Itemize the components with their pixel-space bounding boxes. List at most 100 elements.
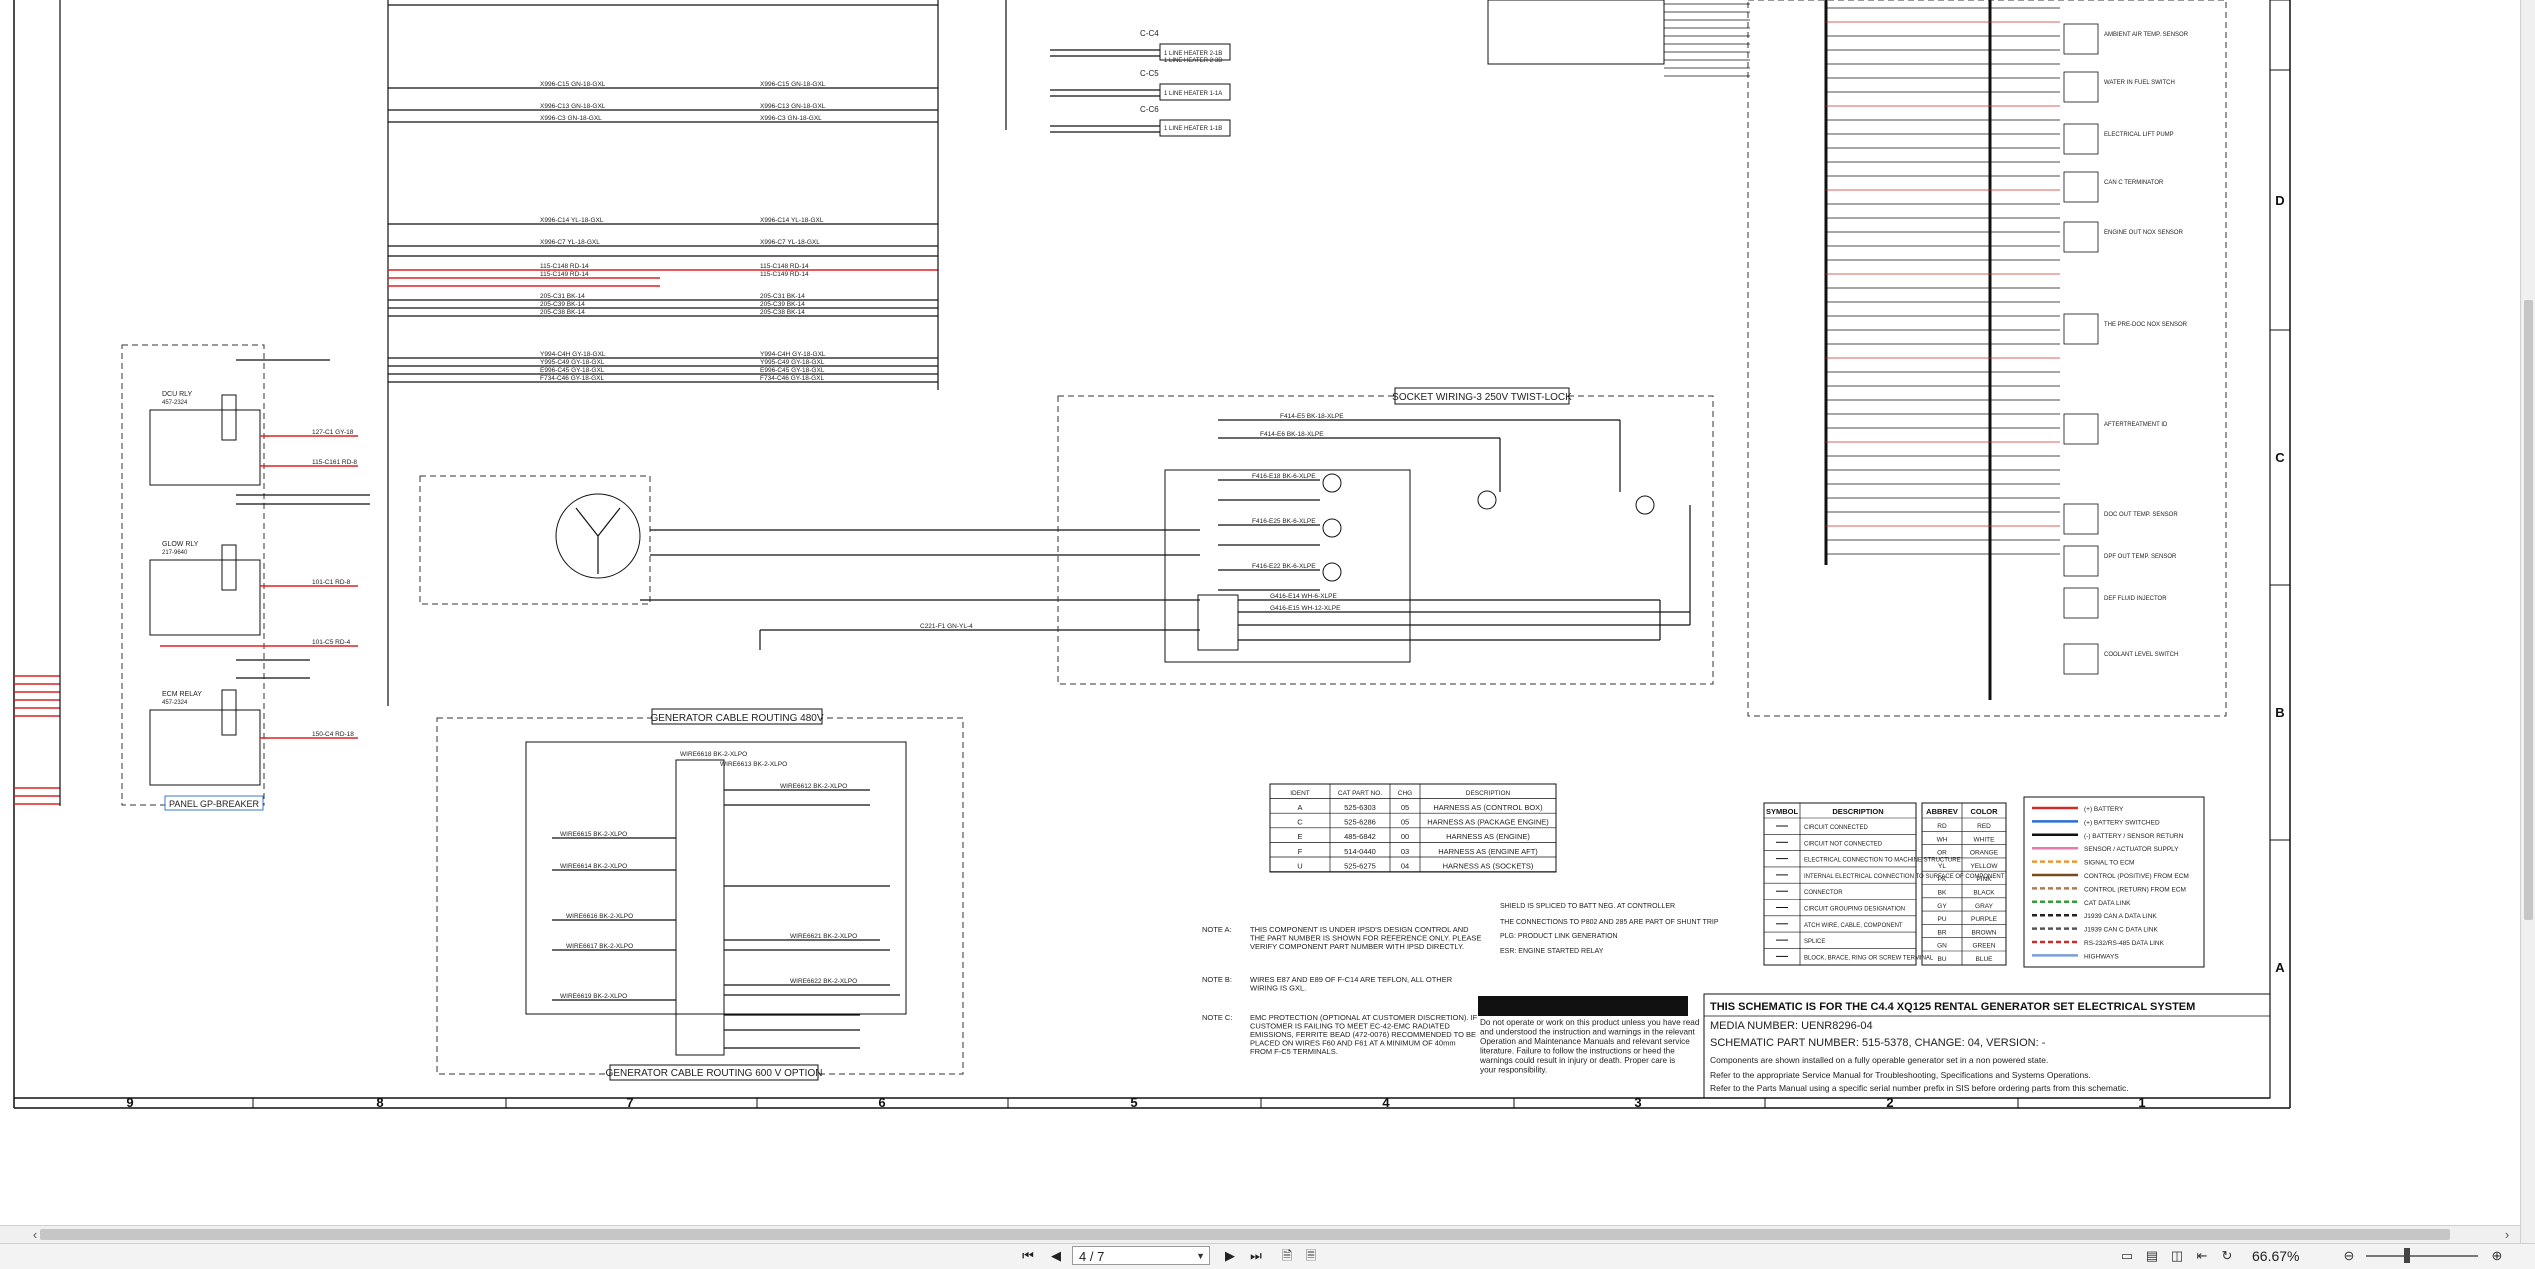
document-viewport[interactable]: 987654321 DCBA C-C4 C-C5 C-C6 1 LINE HEA…: [0, 0, 2535, 1225]
zoom-slider-handle[interactable]: [2404, 1248, 2410, 1263]
color-abbrev: GY: [1937, 903, 1947, 910]
wire-label: X996-C14 YL-18-GXL: [540, 217, 604, 224]
legend-line-label: (+) BATTERY SWITCHED: [2084, 819, 2160, 826]
scroll-right-icon[interactable]: ›: [2498, 1226, 2516, 1244]
wire-label: WIRE6617 BK-2-XLPO: [566, 943, 633, 950]
color-name: WHITE: [1974, 836, 1996, 843]
wire-label: 205-C39 BK-14: [760, 301, 805, 308]
color-abbrev: PU: [1937, 916, 1946, 923]
wire-label: F416-E25 BK-6-XLPE: [1252, 518, 1316, 525]
panel-label: PANEL GP-BREAKER: [169, 799, 260, 809]
page-number-field[interactable]: 4 / 7 ▼: [1072, 1246, 1210, 1265]
zoom-slider[interactable]: [2366, 1255, 2478, 1257]
color-abbrev: RD: [1937, 823, 1947, 830]
zone-label: 9: [126, 1095, 133, 1110]
ident-table-cell: HARNESS AS (CONTROL BOX): [1433, 803, 1543, 812]
symbol-description: ATCH WIRE, CABLE, COMPONENT: [1804, 923, 1903, 929]
color-name: RED: [1977, 823, 1991, 830]
media-number: MEDIA NUMBER: UENR8296-04: [1710, 1020, 1873, 1032]
misc-note: PLG: PRODUCT LINK GENERATION: [1500, 933, 1618, 940]
sensor-label: THE PRE-DOC NOX SENSOR: [2104, 322, 2188, 328]
wire-label: WIRE6622 BK-2-XLPO: [790, 978, 857, 985]
zone-label: 5: [1130, 1095, 1137, 1110]
sensor-connector: [2063, 545, 2099, 577]
sensor-connector: [2063, 23, 2099, 55]
wire-label: 115-C148 RD-14: [540, 263, 589, 270]
zone-label: 6: [878, 1095, 885, 1110]
row-label: C: [2275, 450, 2285, 465]
heater-label: 1 LINE HEATER 2-3B: [1164, 58, 1222, 64]
chevron-down-icon[interactable]: ▼: [1196, 1247, 1205, 1266]
color-name: PURPLE: [1971, 916, 1998, 923]
page-number-value: 4 / 7: [1079, 1249, 1105, 1264]
sensor-connector: [2063, 503, 2099, 535]
single-page-view-icon[interactable]: ▭: [2118, 1247, 2136, 1265]
row-label: A: [2275, 960, 2285, 975]
svg-text:C-C5: C-C5: [1140, 69, 1159, 78]
first-page-icon[interactable]: ⏮: [1020, 1247, 1036, 1265]
symbol-description: CIRCUIT CONNECTED: [1804, 825, 1869, 831]
ident-table-cell: 525-6275: [1344, 861, 1376, 870]
vertical-scrollbar[interactable]: [2520, 0, 2535, 1243]
sensor-connector: [2063, 71, 2099, 103]
ident-table-cell: 525-6286: [1344, 818, 1376, 827]
wire-label: WIRE6613 BK-2-XLPO: [720, 761, 787, 768]
wire-label: 150-C4 RD-18: [312, 731, 354, 738]
fit-width-icon[interactable]: ⇤: [2193, 1247, 2211, 1265]
color-abbrev: PK: [1938, 876, 1947, 883]
misc-note: SHIELD IS SPLICED TO BATT NEG. AT CONTRO…: [1500, 903, 1675, 910]
zoom-out-icon[interactable]: ⊖: [2340, 1247, 2358, 1265]
misc-note: THE CONNECTIONS TO P802 AND 285 ARE PART…: [1500, 919, 1719, 926]
color-abbrev: BK: [1938, 890, 1947, 897]
warning-text: Do not operate or work on this product u…: [1479, 1018, 1700, 1075]
zone-label: 1: [2138, 1095, 2145, 1110]
ident-table-cell: F: [1298, 847, 1303, 856]
last-page-icon[interactable]: ⏭: [1248, 1247, 1264, 1265]
wire-label: 101-C5 RD-4: [312, 639, 351, 646]
zone-label: 2: [1886, 1095, 1893, 1110]
zoom-in-icon[interactable]: ⊕: [2488, 1247, 2506, 1265]
ident-table-cell: 485-6842: [1344, 832, 1376, 841]
horizontal-scroll-thumb[interactable]: [40, 1229, 2450, 1240]
legend-line-label: SENSOR / ACTUATOR SUPPLY: [2084, 846, 2179, 853]
wire-label: F416-E22 BK-6-XLPE: [1252, 563, 1316, 570]
rotate-icon[interactable]: ↻: [2218, 1247, 2236, 1265]
ident-table-header: DESCRIPTION: [1466, 790, 1511, 797]
wire-label: Y995-C49 GY-18-GXL: [760, 359, 825, 366]
zoom-level[interactable]: 66.67%: [2252, 1248, 2299, 1264]
title-note: Components are shown installed on a full…: [1710, 1055, 2048, 1065]
wire-label: Y994-C4H GY-18-GXL: [760, 351, 826, 358]
color-name: ORANGE: [1970, 850, 1999, 857]
ident-table-cell: 05: [1401, 803, 1409, 812]
save-copy-icon[interactable]: 🗎: [1278, 1247, 1296, 1265]
wire-label: X996-C7 YL-18-GXL: [540, 239, 600, 246]
status-bar: ⏮ ◀ 4 / 7 ▼ ▶ ⏭ 🗎 🗏 ▭ ▤ ◫ ⇤ ↻ 66.67% ⊖ ⊕: [0, 1243, 2535, 1269]
wire-label: E996-C45 GY-18-GXL: [540, 367, 605, 374]
wire-label: X996-C3 GN-18-GXL: [760, 115, 822, 122]
wire-label: F416-E18 BK-6-XLPE: [1252, 473, 1316, 480]
row-label: D: [2275, 193, 2284, 208]
color-table-header: ABBREV: [1926, 807, 1958, 816]
vertical-scroll-thumb[interactable]: [2524, 300, 2533, 920]
two-page-view-icon[interactable]: ◫: [2168, 1247, 2186, 1265]
legend-line-label: (+) BATTERY: [2084, 806, 2124, 813]
ident-table-cell: C: [1297, 818, 1303, 827]
next-page-icon[interactable]: ▶: [1222, 1247, 1238, 1265]
color-name: YELLOW: [1970, 863, 1998, 870]
ident-table-cell: 04: [1401, 861, 1409, 870]
sensor-label: COOLANT LEVEL SWITCH: [2104, 652, 2178, 658]
print-page-icon[interactable]: 🗏: [1302, 1247, 1320, 1265]
relay-part-number: 457-2324: [162, 400, 188, 406]
wire-label: F734-C46 GY-18-GXL: [540, 375, 604, 382]
relay-part-number: 457-2324: [162, 700, 188, 706]
ident-table-cell: HARNESS AS (PACKAGE ENGINE): [1427, 818, 1549, 827]
previous-page-icon[interactable]: ◀: [1048, 1247, 1064, 1265]
relay-label: DCU RLY: [162, 391, 193, 398]
continuous-view-icon[interactable]: ▤: [2143, 1247, 2161, 1265]
symbol-table-header: SYMBOL: [1766, 807, 1799, 816]
horizontal-scrollbar[interactable]: ‹ ›: [0, 1225, 2520, 1244]
relay-label: ECM RELAY: [162, 691, 202, 698]
ident-table-header: CAT PART NO.: [1338, 790, 1382, 797]
wire-label: 127-C1 GY-18: [312, 429, 354, 436]
color-table-header: COLOR: [1970, 807, 1998, 816]
